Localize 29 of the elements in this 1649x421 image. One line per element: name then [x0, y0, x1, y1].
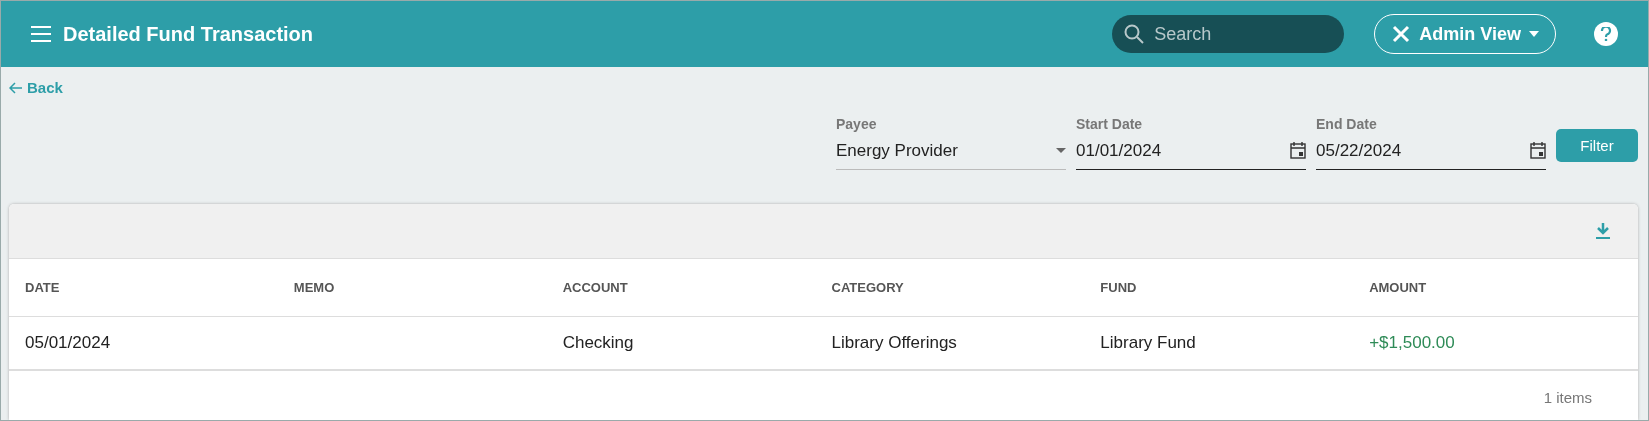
search-icon [1124, 24, 1145, 44]
column-header[interactable]: CATEGORY [831, 280, 1101, 295]
download-icon[interactable] [1596, 223, 1610, 239]
column-header[interactable]: AMOUNT [1369, 280, 1638, 295]
table-cell-text: +$1,500.00 [1369, 333, 1456, 353]
calendar-icon[interactable] [1530, 142, 1546, 159]
column-header[interactable]: DATE [25, 280, 294, 295]
search-field[interactable]: Search [1112, 15, 1345, 53]
table-cell-text: Library Offerings [831, 333, 958, 353]
table-cell-text: 05/01/2024 [25, 333, 112, 353]
column-header[interactable]: FUND [1100, 280, 1370, 295]
caret-icon [1056, 148, 1066, 153]
caret-icon [1529, 31, 1539, 37]
calendar-icon[interactable] [1290, 142, 1306, 159]
field-label: End Date [1316, 116, 1378, 132]
help-icon[interactable] [1594, 22, 1618, 46]
field-label: Payee [836, 116, 878, 132]
table-cell-text: Checking [562, 333, 635, 353]
field-label: Start Date [1076, 116, 1144, 132]
payee-select[interactable]: Energy Provider [836, 138, 1066, 170]
table-cell-text: Library Fund [1100, 333, 1197, 353]
column-header[interactable]: ACCOUNT [562, 280, 832, 295]
arrow-left-icon [9, 81, 23, 94]
item-count: 1 items [1543, 389, 1592, 406]
page-title: Detailed Fund Transaction [63, 22, 315, 46]
column-header[interactable]: MEMO [293, 280, 563, 295]
date-field[interactable]: 01/01/2024 [1076, 138, 1306, 170]
date-field[interactable]: 05/22/2024 [1316, 138, 1546, 170]
menu-icon[interactable] [31, 26, 51, 42]
